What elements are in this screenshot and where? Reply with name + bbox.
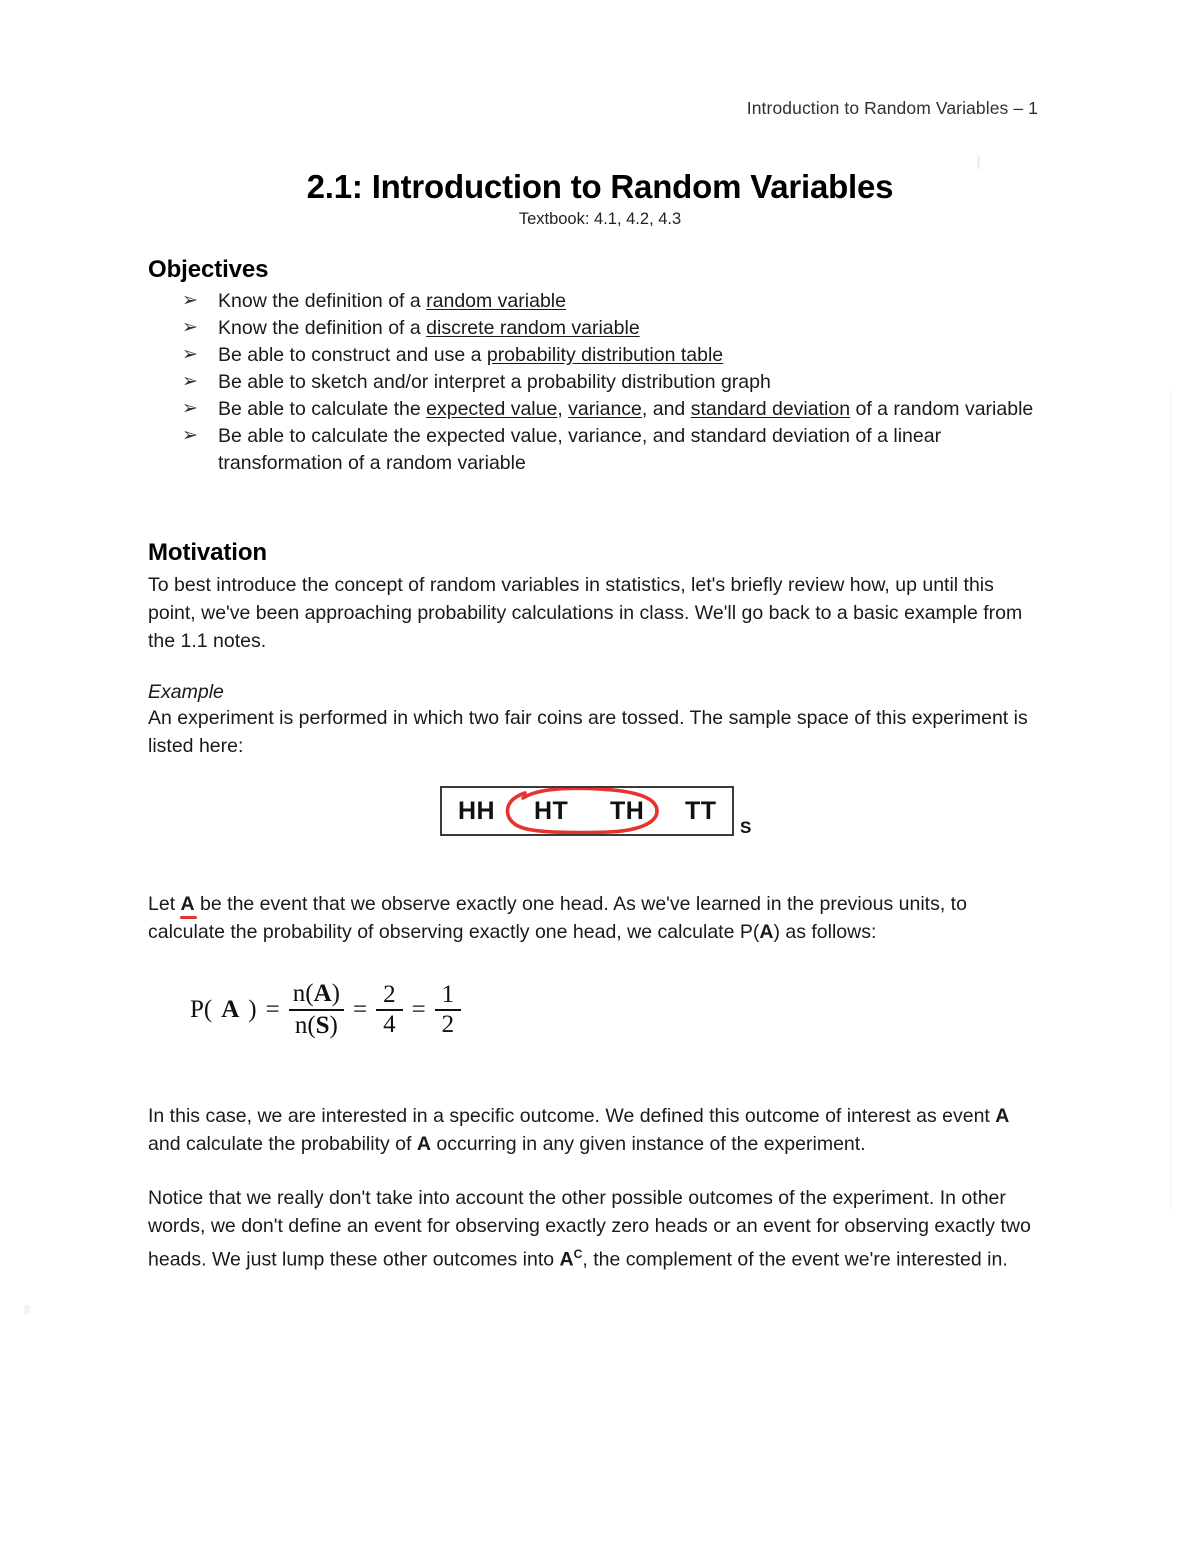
arrow-bullet-icon: ➢ bbox=[182, 344, 198, 365]
sample-outcome: TH bbox=[610, 796, 645, 825]
example-label: Example bbox=[148, 680, 224, 703]
objective-item: ➢ Know the definition of a discrete rand… bbox=[148, 315, 1038, 342]
motivation-paragraph: To best introduce the concept of random … bbox=[148, 573, 1023, 652]
formula-numerator: 1 bbox=[441, 980, 455, 1008]
sample-outcome: TT bbox=[685, 796, 717, 825]
scan-artifact-speck bbox=[977, 155, 980, 169]
objective-item: ➢ Be able to calculate the expected valu… bbox=[148, 423, 1038, 476]
closing-p1-a: In this case, we are interested in a spe… bbox=[148, 1104, 996, 1127]
arrow-bullet-icon: ➢ bbox=[182, 398, 198, 419]
objective-text-pre: Be able to calculate the bbox=[218, 398, 427, 420]
document-page: Introduction to Random Variables – 1 2.1… bbox=[0, 0, 1200, 1553]
complement-symbol-base: A bbox=[559, 1248, 574, 1270]
objective-item: ➢ Be able to sketch and/or interpret a p… bbox=[148, 369, 1038, 396]
formula-fraction-counts: n(A) n(S) bbox=[288, 980, 344, 1040]
closing-paragraph-1: In this case, we are interested in a spe… bbox=[148, 1102, 1038, 1158]
sample-space-subscript: S bbox=[740, 817, 752, 837]
closing-p1-bold-a2: A bbox=[416, 1132, 431, 1155]
objective-text-pre: Be able to construct and use a bbox=[218, 344, 487, 366]
scan-artifact-speck-secondary bbox=[24, 1305, 30, 1314]
objective-term-variance: variance bbox=[568, 398, 642, 420]
objective-text-pre: Know the definition of a bbox=[218, 290, 427, 312]
example-intro-paragraph: An experiment is performed in which two … bbox=[148, 706, 1028, 757]
formula-n-open-s: n( bbox=[294, 1011, 316, 1039]
formula-denominator: 2 bbox=[441, 1010, 455, 1038]
event-a-bold-letter: A bbox=[759, 920, 774, 943]
formula-lhs-close: ) bbox=[248, 995, 257, 1023]
formula-n-open: n( bbox=[292, 979, 314, 1007]
formula-spacer bbox=[148, 1040, 1038, 1102]
formula-denominator: n(S) bbox=[291, 1011, 342, 1040]
objectives-heading: Objectives bbox=[148, 256, 269, 283]
figure-spacer bbox=[148, 864, 1038, 890]
objective-text-mid2: , and bbox=[641, 398, 691, 420]
formula-fraction-two-fourths: 2 4 bbox=[376, 981, 403, 1039]
objective-item: ➢ Be able to construct and use a probabi… bbox=[148, 342, 1038, 369]
closing-p1-c: occurring in any given instance of the e… bbox=[430, 1132, 866, 1155]
event-a-marked-letter: A bbox=[180, 892, 195, 915]
objective-term-expected-value: expected value bbox=[426, 398, 558, 420]
event-a-tail: ) as follows: bbox=[773, 920, 877, 943]
event-a-paragraph: Let A be the event that we observe exact… bbox=[148, 890, 1038, 946]
objective-text-pre: Be able to sketch and/or interpret a pro… bbox=[218, 371, 771, 393]
running-head: Introduction to Random Variables – 1 bbox=[746, 98, 1038, 118]
objective-term: random variable bbox=[426, 290, 566, 312]
formula-lhs-a: A bbox=[221, 995, 240, 1023]
closing-p1-bold-a: A bbox=[995, 1104, 1010, 1127]
probability-formula: P(A) = n(A) n(S) = 2 4 = 1 2 bbox=[190, 980, 1038, 1040]
formula-equals-1: = bbox=[265, 995, 280, 1023]
arrow-bullet-icon: ➢ bbox=[182, 371, 198, 392]
formula-denominator: 4 bbox=[383, 1010, 396, 1038]
objective-item: ➢ Know the definition of a random variab… bbox=[148, 288, 1038, 315]
formula-n-close-s: ) bbox=[329, 1011, 338, 1039]
objectives-list: ➢ Know the definition of a random variab… bbox=[148, 288, 1038, 476]
sample-outcome: HH bbox=[458, 796, 496, 825]
objective-text-pre: Be able to calculate the expected value,… bbox=[218, 425, 942, 474]
formula-fraction-one-half: 1 2 bbox=[434, 980, 462, 1039]
objective-text-pre: Know the definition of a bbox=[218, 317, 427, 339]
motivation-heading: Motivation bbox=[148, 538, 267, 566]
objective-term: probability distribution table bbox=[486, 344, 724, 366]
document-body: Objectives ➢ Know the definition of a ra… bbox=[148, 256, 1038, 1273]
formula-n-var-a: A bbox=[313, 979, 332, 1007]
arrow-bullet-icon: ➢ bbox=[182, 425, 198, 446]
objective-term: discrete random variable bbox=[426, 317, 640, 339]
formula-n-var-s: S bbox=[315, 1011, 330, 1039]
objective-item: ➢ Be able to calculate the expected valu… bbox=[148, 396, 1038, 423]
formula-lhs-p: P( bbox=[190, 995, 213, 1023]
sample-space-figure: HH HT TH TT S bbox=[148, 785, 1038, 864]
arrow-bullet-icon: ➢ bbox=[182, 317, 198, 338]
page-title: 2.1: Introduction to Random Variables bbox=[306, 168, 894, 205]
objective-term-standard-deviation: standard deviation bbox=[690, 398, 851, 420]
page-subtitle: Textbook: 4.1, 4.2, 4.3 bbox=[518, 210, 682, 228]
event-a-pre: Let bbox=[148, 892, 181, 915]
formula-numerator: n(A) bbox=[289, 980, 344, 1009]
formula-numerator: 2 bbox=[383, 980, 396, 1008]
closing-p1-b: and calculate the probability of bbox=[148, 1132, 417, 1155]
formula-n-close: ) bbox=[331, 979, 340, 1007]
formula-equals-3: = bbox=[411, 995, 426, 1023]
formula-equals-2: = bbox=[352, 995, 368, 1023]
sample-outcome: HT bbox=[534, 796, 569, 825]
objective-text-mid: , bbox=[557, 398, 569, 420]
objective-text-post: of a random variable bbox=[850, 398, 1034, 420]
closing-paragraph-2: Notice that we really don't take into ac… bbox=[148, 1184, 1038, 1274]
arrow-bullet-icon: ➢ bbox=[182, 290, 198, 311]
sample-space-box: HH HT TH TT bbox=[440, 785, 734, 836]
closing-p2-b: , the complement of the event we're inte… bbox=[582, 1248, 1008, 1270]
scan-artifact-line bbox=[1170, 390, 1171, 1210]
